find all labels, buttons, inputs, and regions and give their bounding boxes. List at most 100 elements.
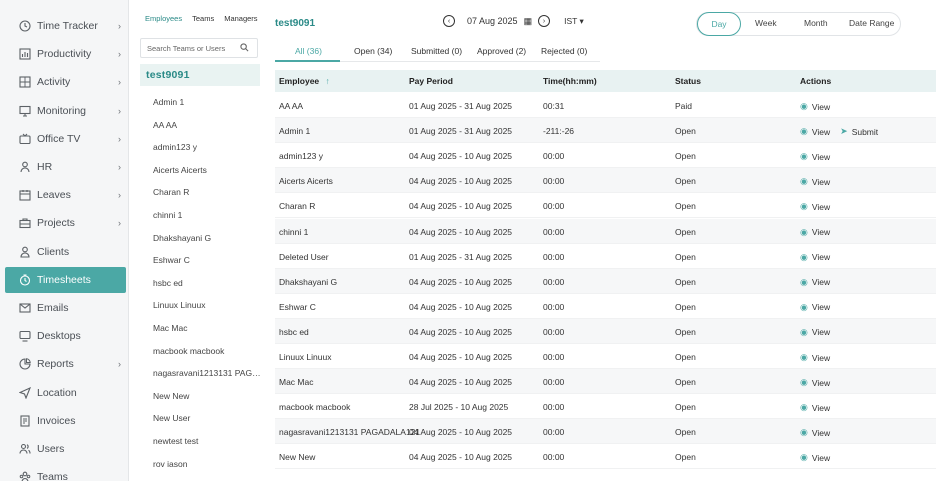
member-item[interactable]: admin123 y	[153, 142, 261, 152]
cell-status: Open	[675, 126, 696, 137]
sidebar-item-activity[interactable]: Activity ›	[5, 69, 126, 95]
member-item[interactable]: chinni 1	[153, 210, 261, 220]
prev-date-button[interactable]: ‹	[443, 15, 455, 27]
cell-pay-period: 01 Aug 2025 - 31 Aug 2025	[409, 126, 513, 137]
cell-pay-period: 01 Aug 2025 - 31 Aug 2025	[409, 101, 513, 111]
view-button[interactable]: ◉ View	[800, 302, 830, 313]
cell-actions: ◉ View	[800, 302, 830, 313]
sidebar-item-label: Location	[37, 386, 77, 399]
sidebar-item-productivity[interactable]: Productivity ›	[5, 41, 126, 67]
member-item[interactable]: New New	[153, 391, 261, 401]
calendar-icon[interactable]: ▦	[524, 16, 533, 27]
chevron-right-icon: ›	[118, 359, 121, 370]
mail-icon	[19, 302, 31, 314]
member-item[interactable]: hsbc ed	[153, 278, 261, 288]
tab-teams[interactable]: Teams	[192, 14, 214, 23]
member-item[interactable]: AA AA	[153, 120, 261, 130]
search-icon[interactable]	[240, 43, 249, 54]
sidebar-item-label: Projects	[37, 217, 75, 230]
view-button[interactable]: ◉ View	[800, 252, 830, 263]
briefcase-icon	[19, 217, 31, 229]
tab-employees[interactable]: Employees	[145, 14, 182, 23]
cell-pay-period: 04 Aug 2025 - 10 Aug 2025	[409, 452, 513, 463]
tab-approved[interactable]: Approved (2)	[477, 46, 526, 56]
period-day-button[interactable]: Day	[697, 12, 741, 36]
team-name[interactable]: test9091	[140, 64, 260, 86]
member-item[interactable]: Linuux Linuux	[153, 300, 261, 310]
view-button[interactable]: ◉ View	[800, 101, 830, 112]
view-button[interactable]: ◉ View	[800, 126, 830, 137]
sidebar-item-label: Emails	[37, 302, 69, 314]
sidebar-item-clients[interactable]: Clients	[5, 239, 126, 265]
view-button[interactable]: ◉ View	[800, 452, 830, 463]
sidebar-item-label: Activity	[37, 76, 71, 89]
cell-employee: New New	[279, 452, 316, 463]
sidebar-item-location[interactable]: Location	[5, 380, 126, 406]
eye-icon: ◉	[800, 352, 808, 362]
view-label: View	[811, 176, 831, 187]
current-date[interactable]: 07 Aug 2025	[467, 16, 518, 26]
tab-managers[interactable]: Managers	[224, 14, 257, 23]
search-input[interactable]	[147, 43, 237, 53]
member-item[interactable]: Eshwar C	[153, 255, 261, 265]
cell-time: 00:00	[543, 226, 565, 237]
sidebar-item-teams[interactable]: Teams	[5, 464, 126, 481]
member-item[interactable]: Mac Mac	[153, 323, 261, 333]
tab-all[interactable]: All (36)	[295, 46, 322, 56]
view-button[interactable]: ◉ View	[800, 176, 830, 187]
sidebar-item-projects[interactable]: Projects ›	[5, 210, 126, 236]
view-button[interactable]: ◉ View	[800, 352, 830, 363]
view-button[interactable]: ◉ View	[800, 377, 830, 388]
chevron-right-icon: ›	[118, 105, 121, 116]
view-button[interactable]: ◉ View	[800, 277, 830, 288]
period-week-button[interactable]: Week	[755, 18, 777, 28]
member-item[interactable]: Admin 1	[153, 97, 261, 107]
period-selector: Day Week Month Date Range	[696, 12, 901, 36]
sidebar-item-leaves[interactable]: Leaves ›	[5, 182, 126, 208]
period-date-range-button[interactable]: Date Range	[849, 18, 894, 28]
teams-icon	[19, 471, 31, 481]
sidebar-item-monitoring[interactable]: Monitoring ›	[5, 98, 126, 124]
sidebar-item-invoices[interactable]: Invoices	[5, 408, 126, 434]
cell-status: Open	[675, 151, 696, 162]
eye-icon: ◉	[800, 101, 808, 111]
cell-pay-period: 04 Aug 2025 - 10 Aug 2025	[409, 151, 513, 162]
cell-status: Open	[675, 301, 696, 312]
tab-submitted[interactable]: Submitted (0)	[411, 46, 462, 56]
view-button[interactable]: ◉ View	[800, 151, 830, 162]
member-item[interactable]: Aicerts Aicerts	[153, 165, 261, 175]
cell-status: Open	[675, 201, 696, 212]
cell-actions: ◉ View ➤ Submit	[800, 126, 878, 137]
sidebar-item-office-tv[interactable]: Office TV ›	[5, 126, 126, 152]
next-date-button[interactable]: ›	[538, 15, 551, 27]
submit-button[interactable]: ➤ Submit	[840, 126, 878, 137]
member-item[interactable]: macbook macbook	[153, 346, 261, 356]
view-button[interactable]: ◉ View	[800, 327, 830, 338]
member-item[interactable]: Charan R	[153, 187, 261, 197]
member-item[interactable]: New User	[153, 413, 261, 423]
member-item[interactable]: Dhakshayani G	[153, 233, 261, 243]
sidebar-item-emails[interactable]: Emails	[5, 295, 126, 321]
sidebar-item-timesheets[interactable]: Timesheets	[5, 266, 126, 293]
period-month-button[interactable]: Month	[804, 18, 828, 28]
sidebar-item-hr[interactable]: HR ›	[5, 154, 126, 180]
tab-rejected[interactable]: Rejected (0)	[541, 46, 587, 56]
view-button[interactable]: ◉ View	[800, 427, 830, 438]
sidebar-item-users[interactable]: Users	[5, 436, 126, 462]
chevron-right-icon: ›	[118, 77, 121, 88]
member-item[interactable]: newtest test	[153, 436, 261, 446]
col-employee[interactable]: Employee ↑	[279, 76, 330, 86]
sort-up-icon[interactable]: ↑	[326, 76, 330, 86]
view-button[interactable]: ◉ View	[800, 402, 830, 413]
view-label: View	[811, 151, 831, 162]
table-row: AA AA 01 Aug 2025 - 31 Aug 2025 00:31 Paid ◉…	[275, 93, 936, 118]
view-button[interactable]: ◉ View	[800, 201, 830, 212]
tab-open[interactable]: Open (34)	[354, 46, 392, 56]
sidebar-item-desktops[interactable]: Desktops	[5, 323, 126, 349]
sidebar-item-reports[interactable]: Reports ›	[5, 351, 126, 377]
member-item[interactable]: nagasravani1213131 PAGADALA121	[153, 368, 261, 378]
member-item[interactable]: rov iason	[153, 459, 261, 469]
sidebar-item-time-tracker[interactable]: Time Tracker ›	[5, 13, 126, 39]
timezone-select[interactable]: IST ▾	[564, 16, 584, 27]
view-button[interactable]: ◉ View	[800, 227, 830, 238]
